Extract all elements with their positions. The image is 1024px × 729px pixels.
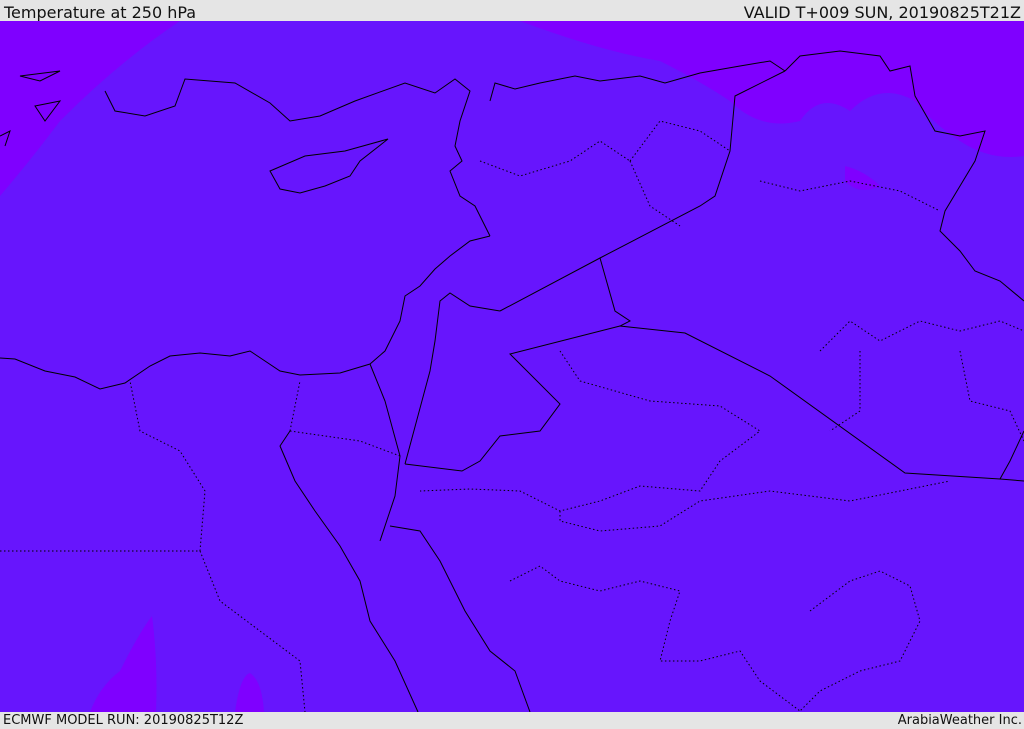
- credit-label: ArabiaWeather Inc.: [897, 713, 1022, 728]
- temperature-map: [0, 21, 1024, 712]
- temperature-field: [0, 21, 1024, 712]
- map-title: Temperature at 250 hPa: [4, 3, 197, 22]
- model-run-label: ECMWF MODEL RUN: 20190825T12Z: [3, 713, 244, 728]
- valid-time: VALID T+009 SUN, 20190825T21Z: [743, 3, 1021, 22]
